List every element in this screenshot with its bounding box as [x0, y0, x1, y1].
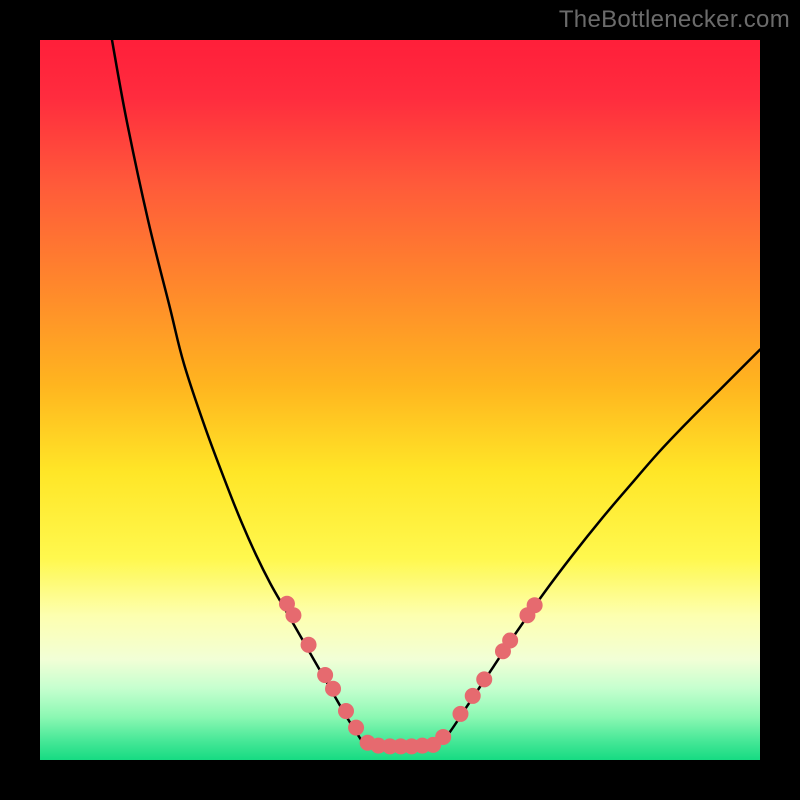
curve-marker — [348, 720, 364, 736]
curve-marker — [465, 688, 481, 704]
curve-marker — [285, 607, 301, 623]
curve-marker — [325, 681, 341, 697]
curve-marker — [476, 671, 492, 687]
marker-group — [279, 596, 543, 755]
curve-marker — [317, 667, 333, 683]
bottleneck-curve — [112, 40, 760, 746]
curve-marker — [527, 597, 543, 613]
curve-marker — [435, 729, 451, 745]
plot-area — [40, 40, 760, 760]
curve-marker — [452, 706, 468, 722]
curve-marker — [338, 703, 354, 719]
chart-stage: TheBottlenecker.com — [0, 0, 800, 800]
curve-layer — [40, 40, 760, 760]
watermark-text: TheBottlenecker.com — [559, 6, 790, 34]
curve-marker — [301, 637, 317, 653]
curve-marker — [502, 632, 518, 648]
